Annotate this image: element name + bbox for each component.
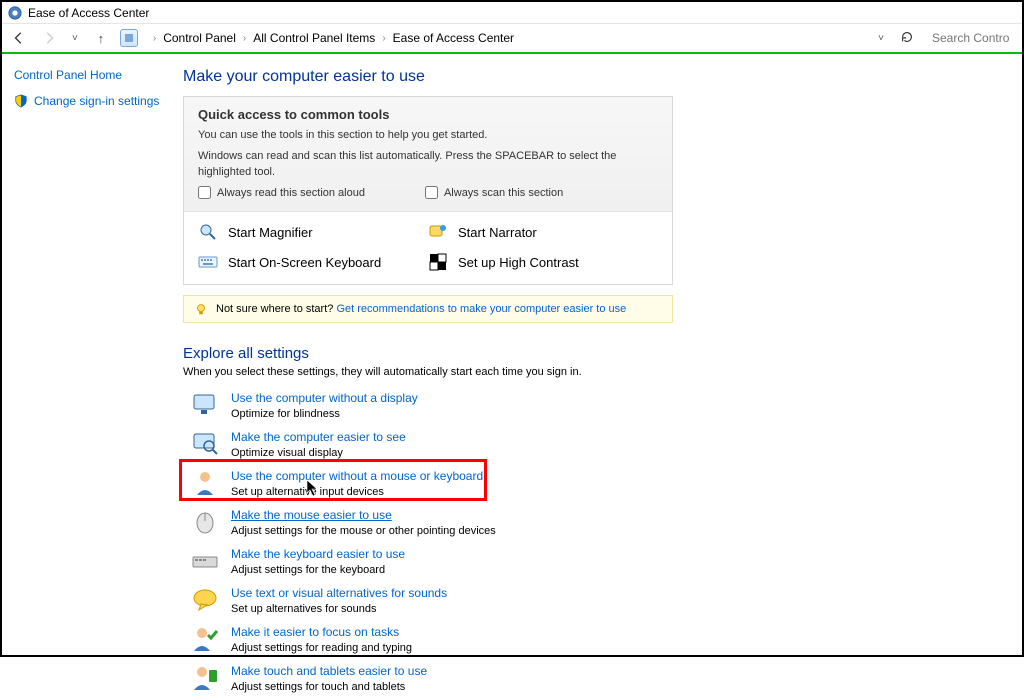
app-icon <box>8 6 22 20</box>
window-titlebar: Ease of Access Center <box>2 2 1022 24</box>
tool-label: Start Magnifier <box>228 225 313 240</box>
window-title: Ease of Access Center <box>28 6 149 20</box>
sidebar-item-label: Change sign-in settings <box>34 94 159 108</box>
explore-heading: Explore all settings <box>183 345 1002 362</box>
setting-link[interactable]: Make the keyboard easier to use <box>231 547 405 561</box>
quick-access-panel: Quick access to common tools You can use… <box>183 96 673 285</box>
mouse-icon <box>191 508 219 536</box>
nav-bar: ˅ ↑ › Control Panel › All Control Panel … <box>2 24 1022 54</box>
checkbox-input[interactable] <box>425 186 438 199</box>
setting-link[interactable]: Use text or visual alternatives for soun… <box>231 586 447 600</box>
back-button[interactable] <box>8 27 30 49</box>
quick-access-heading: Quick access to common tools <box>198 107 658 122</box>
address-dropdown[interactable]: ˅ <box>874 33 888 44</box>
start-onscreen-keyboard[interactable]: Start On-Screen Keyboard <box>198 252 428 272</box>
tool-grid: Start Magnifier Start Narrator Start On-… <box>184 212 672 284</box>
quick-access-header: Quick access to common tools You can use… <box>184 97 672 212</box>
setting-link[interactable]: Make it easier to focus on tasks <box>231 625 399 639</box>
chevron-right-icon: › <box>240 33 249 44</box>
setting-mouse-easier: Make the mouse easier to use Adjust sett… <box>183 503 1002 542</box>
breadcrumb-item[interactable]: Ease of Access Center <box>393 31 514 45</box>
start-magnifier[interactable]: Start Magnifier <box>198 222 428 242</box>
chevron-right-icon: › <box>379 33 388 44</box>
setting-focus-tasks: Make it easier to focus on tasks Adjust … <box>183 620 1002 659</box>
setting-easier-to-see: Make the computer easier to see Optimize… <box>183 425 1002 464</box>
setting-sound-alternatives: Use text or visual alternatives for soun… <box>183 581 1002 620</box>
setting-link[interactable]: Use the computer without a mouse or keyb… <box>231 469 483 483</box>
quick-access-text: Windows can read and scan this list auto… <box>198 149 658 180</box>
sidebar: Control Panel Home Change sign-in settin… <box>2 54 177 655</box>
tool-label: Set up High Contrast <box>458 255 579 270</box>
lightbulb-icon <box>194 302 208 316</box>
magnifier-icon <box>198 222 218 242</box>
setting-desc: Set up alternatives for sounds <box>231 603 447 615</box>
hint-prefix: Not sure where to start? <box>216 303 336 315</box>
keyboard-flat-icon <box>191 547 219 575</box>
tool-label: Start On-Screen Keyboard <box>228 255 381 270</box>
setting-desc: Set up alternative input devices <box>231 486 483 498</box>
recommendation-link[interactable]: Get recommendations to make your compute… <box>336 303 626 315</box>
breadcrumb-item[interactable]: Control Panel <box>163 31 236 45</box>
explore-subtext: When you select these settings, they wil… <box>183 366 1002 378</box>
narrator-icon <box>428 222 448 242</box>
breadcrumb-item[interactable]: All Control Panel Items <box>253 31 375 45</box>
person-icon <box>191 469 219 497</box>
setting-without-mouse-keyboard: Use the computer without a mouse or keyb… <box>183 464 1002 503</box>
checkbox-label: Always scan this section <box>444 187 563 199</box>
setting-link[interactable]: Make the computer easier to see <box>231 430 406 444</box>
main-content: Make your computer easier to use Quick a… <box>177 54 1022 655</box>
contrast-icon <box>428 252 448 272</box>
setup-high-contrast[interactable]: Set up High Contrast <box>428 252 658 272</box>
chevron-right-icon: › <box>150 33 159 44</box>
shield-icon <box>14 94 28 108</box>
setting-desc: Adjust settings for the mouse or other p… <box>231 525 496 537</box>
recent-locations-dropdown[interactable]: ˅ <box>68 33 82 44</box>
start-narrator[interactable]: Start Narrator <box>428 222 658 242</box>
recommendation-bar: Not sure where to start? Get recommendat… <box>183 295 673 323</box>
control-panel-home-link[interactable]: Control Panel Home <box>14 68 167 82</box>
breadcrumb[interactable]: › Control Panel › All Control Panel Item… <box>146 31 866 45</box>
setting-keyboard-easier: Make the keyboard easier to use Adjust s… <box>183 542 1002 581</box>
always-scan-checkbox[interactable]: Always scan this section <box>425 186 563 199</box>
monitor-zoom-icon <box>191 430 219 458</box>
person-check-icon <box>191 625 219 653</box>
always-read-checkbox[interactable]: Always read this section aloud <box>198 186 365 199</box>
setting-desc: Optimize visual display <box>231 447 406 459</box>
refresh-button[interactable] <box>896 30 918 47</box>
person-tablet-icon <box>191 664 219 692</box>
setting-desc: Adjust settings for touch and tablets <box>231 681 427 693</box>
tool-label: Start Narrator <box>458 225 537 240</box>
checkbox-label: Always read this section aloud <box>217 187 365 199</box>
address-bar-icon[interactable] <box>120 29 138 47</box>
page-title: Make your computer easier to use <box>183 68 1002 86</box>
setting-desc: Optimize for blindness <box>231 408 418 420</box>
search-input[interactable] <box>926 27 1016 49</box>
keyboard-icon <box>198 252 218 272</box>
up-button[interactable]: ↑ <box>90 27 112 49</box>
forward-button[interactable] <box>38 27 60 49</box>
sidebar-item-label: Control Panel Home <box>14 68 122 82</box>
setting-link[interactable]: Make the mouse easier to use <box>231 508 392 522</box>
change-signin-settings-link[interactable]: Change sign-in settings <box>14 94 167 108</box>
quick-access-text: You can use the tools in this section to… <box>198 128 658 143</box>
speech-bubble-icon <box>191 586 219 614</box>
setting-desc: Adjust settings for the keyboard <box>231 564 405 576</box>
setting-link[interactable]: Make touch and tablets easier to use <box>231 664 427 678</box>
setting-desc: Adjust settings for reading and typing <box>231 642 412 654</box>
setting-link[interactable]: Use the computer without a display <box>231 391 418 405</box>
setting-touch-tablets: Make touch and tablets easier to use Adj… <box>183 659 1002 698</box>
setting-without-display: Use the computer without a display Optim… <box>183 386 1002 425</box>
monitor-icon <box>191 391 219 419</box>
checkbox-input[interactable] <box>198 186 211 199</box>
